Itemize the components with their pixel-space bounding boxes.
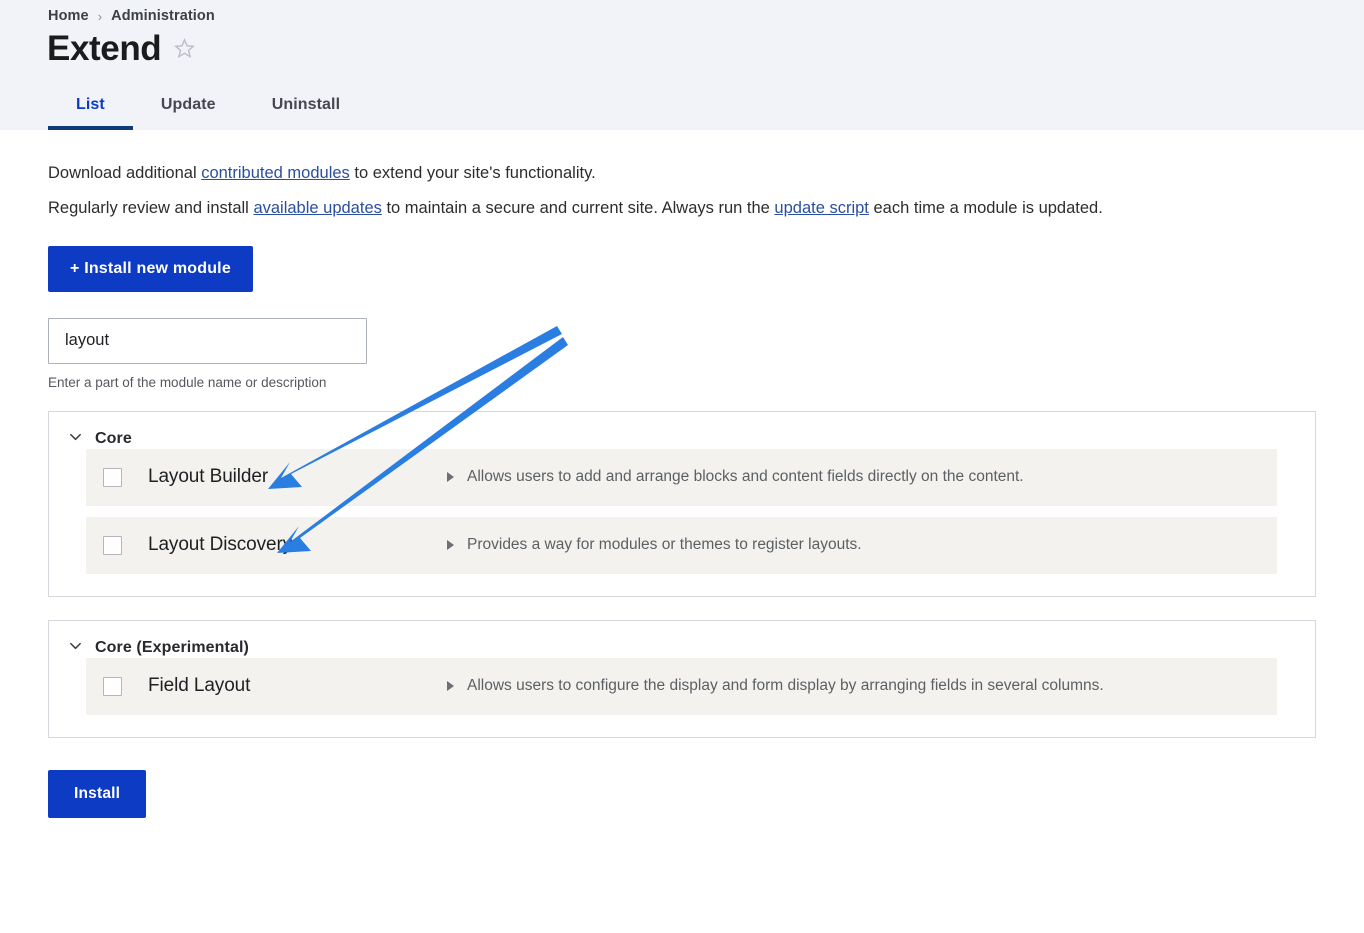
- intro-2-suffix: each time a module is updated.: [868, 199, 1103, 218]
- tab-bar: List Update Uninstall: [0, 86, 368, 130]
- module-search-input[interactable]: [48, 317, 367, 364]
- star-outline-icon[interactable]: [173, 37, 196, 65]
- breadcrumb-item-administration[interactable]: Administration: [111, 8, 215, 24]
- intro-2-middle: to maintain a secure and current site. A…: [381, 199, 775, 218]
- disclosure-triangle-icon[interactable]: [447, 472, 454, 483]
- module-name-layout-builder: Layout Builder: [148, 466, 269, 488]
- install-new-module-wrap: + Install new module: [48, 245, 1316, 292]
- group-header-core-experimental[interactable]: Core (Experimental): [49, 621, 1315, 658]
- available-updates-link[interactable]: available updates: [253, 199, 381, 217]
- module-search-description: Enter a part of the module name or descr…: [48, 374, 327, 390]
- breadcrumb-item-home[interactable]: Home: [48, 8, 89, 24]
- install-button-wrap: Install: [48, 769, 1316, 818]
- module-description-text: Allows users to add and arrange blocks a…: [467, 468, 1024, 486]
- module-row-layout-discovery: Layout Discovery Provides a way for modu…: [86, 516, 1277, 574]
- module-description-layout-builder[interactable]: Allows users to add and arrange blocks a…: [447, 468, 1024, 486]
- module-row-layout-builder: Layout Builder Allows users to add and a…: [86, 448, 1277, 506]
- breadcrumb-separator-icon: ›: [97, 8, 103, 24]
- module-group-core: Core Layout Builder Allows users to add …: [48, 410, 1316, 597]
- main-content: Download additional contributed modules …: [0, 130, 1364, 818]
- group-title-core-experimental: Core (Experimental): [95, 638, 249, 656]
- chevron-down-icon[interactable]: [68, 429, 83, 449]
- module-description-text: Provides a way for modules or themes to …: [467, 536, 862, 554]
- intro-line-1: Download additional contributed modules …: [48, 130, 1316, 184]
- intro-line-2: Regularly review and install available u…: [48, 184, 1316, 219]
- module-description-text: Allows users to configure the display an…: [467, 677, 1104, 695]
- update-script-link[interactable]: update script: [774, 199, 868, 217]
- intro-1-prefix: Download additional: [48, 164, 202, 182]
- module-checkbox-field-layout[interactable]: [103, 676, 122, 696]
- module-row-field-layout: Field Layout Allows users to configure t…: [86, 657, 1277, 715]
- module-group-core-experimental: Core (Experimental) Field Layout Allows …: [48, 619, 1316, 738]
- module-description-field-layout[interactable]: Allows users to configure the display an…: [447, 677, 1104, 695]
- group-header-core[interactable]: Core: [49, 412, 1315, 449]
- title-row: Extend: [0, 24, 1364, 69]
- tab-update[interactable]: Update: [133, 86, 244, 130]
- chevron-down-icon[interactable]: [68, 638, 83, 658]
- tab-list[interactable]: List: [48, 86, 133, 130]
- module-name-layout-discovery: Layout Discovery: [148, 534, 293, 556]
- module-name-field-layout: Field Layout: [148, 675, 251, 697]
- disclosure-triangle-icon[interactable]: [447, 681, 454, 692]
- breadcrumb: Home › Administration: [0, 0, 1364, 24]
- intro-2-prefix: Regularly review and install: [48, 199, 254, 218]
- module-description-layout-discovery[interactable]: Provides a way for modules or themes to …: [447, 536, 862, 554]
- module-checkbox-layout-builder[interactable]: [103, 467, 122, 487]
- tab-uninstall[interactable]: Uninstall: [244, 86, 368, 130]
- install-button[interactable]: Install: [48, 769, 147, 818]
- module-filter-wrap: Enter a part of the module name or descr…: [48, 317, 1316, 390]
- group-title-core: Core: [95, 429, 132, 447]
- page-header: Home › Administration Extend List Update…: [0, 0, 1364, 130]
- install-new-module-button[interactable]: + Install new module: [48, 245, 253, 292]
- module-checkbox-layout-discovery[interactable]: [103, 535, 122, 555]
- intro-1-suffix: to extend your site's functionality.: [349, 164, 596, 182]
- page-title: Extend: [47, 29, 162, 68]
- disclosure-triangle-icon[interactable]: [447, 540, 454, 551]
- contributed-modules-link[interactable]: contributed modules: [201, 164, 350, 182]
